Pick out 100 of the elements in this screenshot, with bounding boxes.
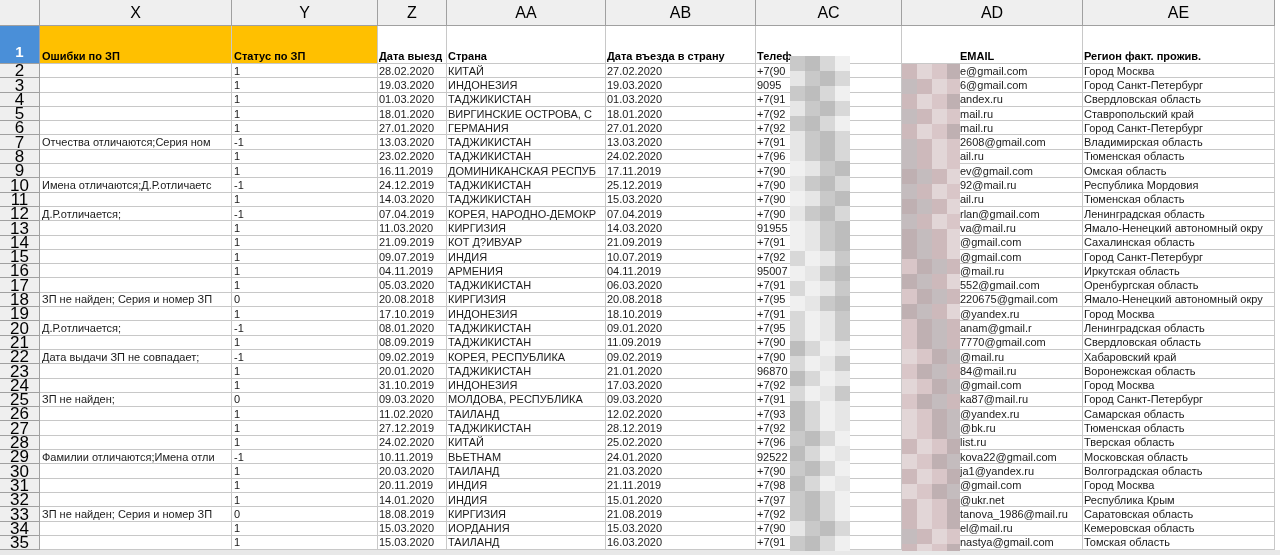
table-cell: Саратовская область: [1084, 507, 1194, 520]
table-cell: tanova_1986@mail.ru: [960, 507, 1068, 520]
table-cell: 11.02.2020: [379, 407, 434, 420]
table-cell: Оренбургская область: [1084, 279, 1199, 292]
column-header[interactable]: Y: [232, 0, 378, 26]
table-cell: 21.09.2019: [607, 236, 663, 249]
column-title: Телеф: [757, 50, 792, 63]
table-cell: 31.10.2019: [379, 379, 435, 392]
row-header[interactable]: 27: [0, 421, 40, 436]
table-cell: +7(92: [757, 507, 786, 520]
table-cell: Кемеровская область: [1084, 522, 1195, 535]
column-title: Дата выезд: [379, 50, 443, 63]
table-cell: Тюменская область: [1084, 193, 1185, 206]
column-title: Ошибки по ЗП: [42, 50, 120, 63]
table-cell: 09.02.2019: [379, 350, 435, 363]
row-header[interactable]: 33: [0, 507, 40, 522]
row-header[interactable]: 26: [0, 407, 40, 422]
column-header[interactable]: AE: [1083, 0, 1275, 26]
table-cell: 08.01.2020: [379, 322, 435, 334]
row-header[interactable]: 16: [0, 264, 40, 279]
table-cell: 21.11.2019: [607, 479, 662, 492]
table-cell: 20.01.2020: [379, 364, 435, 377]
table-cell: 552@gmail.com: [960, 279, 1040, 292]
table-cell: +7(90: [757, 207, 786, 220]
table-cell: ail.ru: [960, 150, 984, 163]
column-header[interactable]: Z: [378, 0, 447, 26]
row-header[interactable]: 20: [0, 321, 40, 336]
table-cell: Город Москва: [1084, 64, 1155, 77]
table-cell: ЗП не найден; Серия и номер ЗП: [42, 293, 213, 306]
table-cell: -1: [234, 322, 244, 334]
table-cell: +7(91: [757, 93, 786, 106]
table-cell: 10.07.2019: [607, 250, 663, 263]
column-header[interactable]: AA: [447, 0, 606, 26]
table-cell: 92522: [757, 450, 788, 463]
table-cell: Тюменская область: [1084, 150, 1185, 163]
row-header[interactable]: 3: [0, 78, 40, 93]
table-cell: @yandex.ru: [960, 307, 1020, 320]
table-cell: mail.ru: [960, 107, 993, 120]
row-header[interactable]: 10: [0, 178, 40, 193]
table-cell: ИНДОНЕЗИЯ: [448, 379, 518, 392]
column-header[interactable]: AD: [902, 0, 1083, 26]
row-header[interactable]: 29: [0, 450, 40, 465]
table-cell: Свердловская область: [1084, 93, 1201, 106]
table-cell: Тюменская область: [1084, 422, 1185, 435]
row-header[interactable]: 23: [0, 364, 40, 379]
table-cell: +7(91: [757, 136, 786, 149]
table-cell: Ставропольский край: [1084, 107, 1194, 120]
row-header[interactable]: 6: [0, 121, 40, 136]
table-cell: +7(98: [757, 479, 786, 492]
table-cell: rlan@gmail.com: [960, 207, 1040, 220]
column-title: Регион факт. прожив.: [1084, 50, 1202, 63]
table-cell: 27.01.2020: [379, 121, 435, 134]
table-cell: 15.03.2020: [607, 193, 663, 206]
table-cell: 1: [234, 264, 241, 277]
table-cell: Воронежская область: [1084, 364, 1196, 377]
table-cell: ДОМИНИКАНСКАЯ РЕСПУБ: [448, 164, 597, 177]
table-cell: ИОРДАНИЯ: [448, 522, 510, 535]
row-header[interactable]: 7: [0, 135, 40, 150]
table-cell: 23.02.2020: [379, 150, 435, 163]
table-cell: 1: [234, 64, 241, 77]
table-cell: ИНДИЯ: [448, 250, 488, 263]
table-cell: 17.03.2020: [607, 379, 663, 392]
table-cell: ВИРГИНСКИЕ ОСТРОВА, С: [448, 107, 592, 120]
table-cell: 1: [234, 536, 241, 549]
table-cell: @yandex.ru: [960, 407, 1020, 420]
table-cell: Владимирская область: [1084, 136, 1203, 149]
table-cell: +7(90: [757, 164, 786, 177]
table-cell: 17.10.2019: [379, 307, 435, 320]
table-cell: -1: [234, 179, 244, 191]
row-header[interactable]: 30: [0, 464, 40, 479]
table-cell: ГЕРМАНИЯ: [448, 121, 509, 134]
table-cell: Город Санкт-Петербург: [1084, 250, 1204, 263]
table-cell: ЗП не найден; Серия и номер ЗП: [42, 507, 213, 520]
column-header[interactable]: AC: [756, 0, 902, 26]
table-cell: 91955: [757, 221, 788, 234]
table-cell: КИРГИЗИЯ: [448, 293, 506, 306]
table-cell: ev@gmail.com: [960, 164, 1033, 177]
column-header[interactable]: AB: [606, 0, 756, 26]
table-cell: 07.04.2019: [607, 207, 663, 220]
table-cell: КИРГИЗИЯ: [448, 507, 506, 520]
table-cell: 09.03.2020: [607, 393, 663, 406]
table-cell: 18.01.2020: [379, 107, 435, 120]
table-cell: 1: [234, 364, 241, 377]
row-header[interactable]: 9: [0, 164, 40, 179]
table-cell: 04.11.2019: [379, 264, 434, 277]
table-cell: list.ru: [960, 436, 987, 449]
table-cell: 1: [234, 307, 241, 320]
row-header[interactable]: 19: [0, 307, 40, 322]
table-cell: 1: [234, 422, 241, 435]
table-cell: Имена отличаются;Д.Р.отличаетс: [42, 179, 212, 191]
table-cell: 01.03.2020: [379, 93, 435, 106]
row-header[interactable]: 17: [0, 278, 40, 293]
table-cell: 09.07.2019: [379, 250, 435, 263]
table-cell: @mail.ru: [960, 264, 1005, 277]
row-header[interactable]: 13: [0, 221, 40, 236]
column-header[interactable]: X: [40, 0, 232, 26]
table-cell: ИНДИЯ: [448, 493, 488, 506]
table-cell: 9095: [757, 78, 782, 91]
row-header[interactable]: 2: [0, 64, 40, 79]
select-all-button[interactable]: [0, 0, 40, 26]
